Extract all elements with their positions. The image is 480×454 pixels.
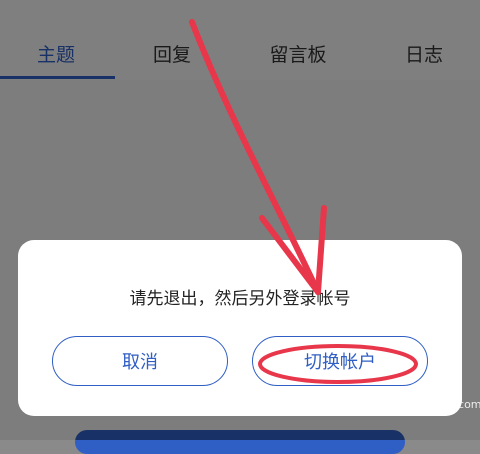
annotation-circle <box>258 344 418 384</box>
watermark: jingyan.baidu.com <box>380 398 480 411</box>
annotation-arrow-head-right <box>315 205 327 295</box>
annotation-layer <box>189 19 418 384</box>
annotation-arrow-shaft <box>189 19 321 295</box>
